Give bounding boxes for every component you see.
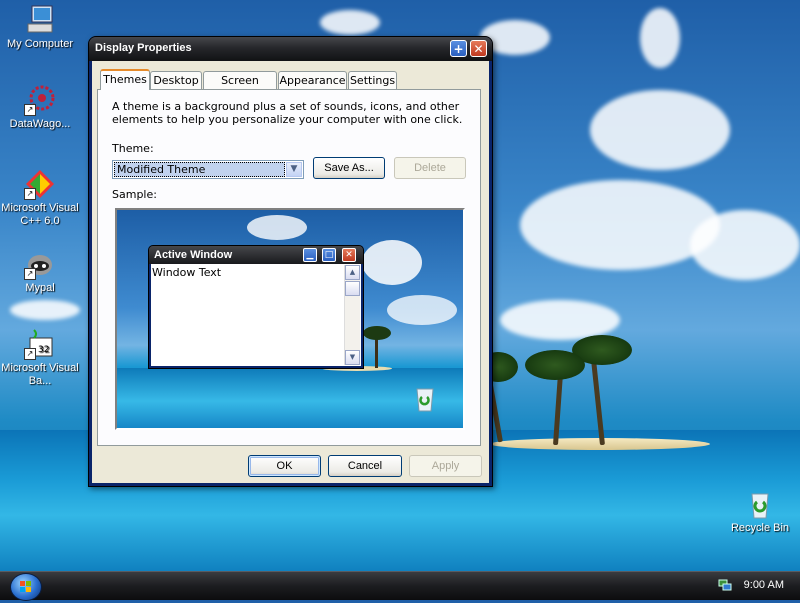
desktop-icon-my-computer[interactable]: My Computer [0,4,80,51]
display-properties-window: Display Properties + ✕ Themes Desktop Sc… [88,36,493,487]
recycle-bin-icon [413,386,437,415]
desktop-icon-visual-basic[interactable]: 32 ↗ Microsoft Visual Ba... [0,328,80,388]
windows-logo-icon [20,581,31,592]
help-button[interactable]: + [450,40,467,57]
computer-icon [24,4,56,36]
datawagon-icon: ↗ [24,84,56,116]
minimize-icon: ▁ [303,248,317,262]
visual-cpp-icon: ↗ [24,168,56,200]
tab-desktop[interactable]: Desktop [150,71,202,89]
apply-button[interactable]: Apply [409,455,482,477]
theme-label: Theme: [112,142,154,155]
tab-settings[interactable]: Settings [348,71,397,89]
ok-button[interactable]: OK [248,455,321,477]
scroll-up-icon: ▲ [345,265,360,280]
themes-panel: A theme is a background plus a set of so… [97,89,481,446]
desktop-icon-label: Microsoft Visual Ba... [1,362,79,387]
sample-label: Sample: [112,188,157,201]
desktop-icon-label: Microsoft Visual C++ 6.0 [1,202,79,227]
close-button[interactable]: ✕ [470,40,487,57]
desktop-icon-label: Mypal [25,282,55,294]
desktop-icon-label: My Computer [6,38,74,50]
scroll-down-icon: ▼ [345,350,360,365]
preview-window-text: Window Text [152,266,222,279]
preview-active-window: Active Window ▁ □ ✕ Window Text ▲ ▼ [148,245,364,369]
clock[interactable]: 9:00 AM [744,579,784,591]
preview-sea [117,368,463,428]
tab-appearance[interactable]: Appearance [278,71,347,89]
desktop-icon-label: Recycle Bin [730,522,790,534]
help-icon: + [453,42,464,56]
preview-window-body: Window Text ▲ ▼ [151,264,361,366]
svg-text:32: 32 [38,345,49,355]
recycle-bin-icon [744,488,776,520]
taskbar: 9:00 AM [0,571,800,601]
maximize-icon: □ [322,248,336,262]
window-title: Display Properties [95,42,192,54]
desktop-icon-mypal[interactable]: ↗ Mypal [0,248,80,295]
preview-title-bar: Active Window ▁ □ ✕ [149,246,363,264]
delete-button[interactable]: Delete [394,157,466,179]
desktop-icon-recycle-bin[interactable]: Recycle Bin [720,488,800,535]
preview-scrollbar: ▲ ▼ [344,265,360,365]
network-icon[interactable] [718,578,732,592]
theme-select[interactable]: Modified Theme ▼ [112,160,304,179]
theme-description: A theme is a background plus a set of so… [112,100,463,126]
scroll-thumb [345,281,360,296]
mypal-icon: ↗ [24,248,56,280]
preview-window-title: Active Window [154,249,233,261]
window-body: Themes Desktop Screen Saver Appearance S… [92,61,489,483]
start-button[interactable] [10,573,42,601]
cancel-button[interactable]: Cancel [328,455,402,477]
close-icon: ✕ [342,248,356,262]
title-bar[interactable]: Display Properties + ✕ [89,37,492,61]
theme-preview: Active Window ▁ □ ✕ Window Text ▲ ▼ [115,208,465,430]
visual-basic-icon: 32 ↗ [24,328,56,360]
theme-select-value: Modified Theme [114,162,285,177]
desktop-icon-datawagon[interactable]: ↗ DataWago... [0,84,80,131]
desktop-icon-label: DataWago... [9,118,71,130]
chevron-down-icon[interactable]: ▼ [286,162,302,177]
save-as-button[interactable]: Save As... [313,157,385,179]
tab-themes[interactable]: Themes [100,69,150,90]
desktop-icon-visual-cpp[interactable]: ↗ Microsoft Visual C++ 6.0 [0,168,80,228]
system-tray: 9:00 AM [710,572,800,600]
close-icon: ✕ [473,42,484,56]
tab-screen-saver[interactable]: Screen Saver [203,71,277,104]
